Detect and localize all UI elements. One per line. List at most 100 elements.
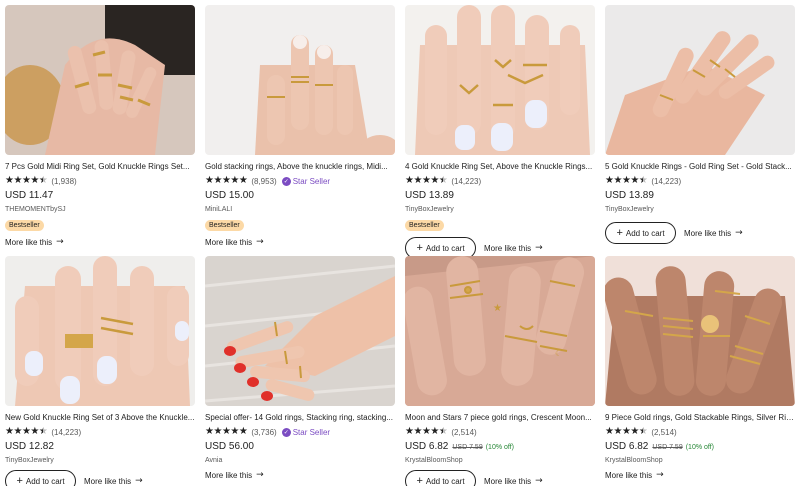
listing-image[interactable] [405,5,595,155]
card-actions: More like this → [205,237,395,247]
listing-image[interactable] [605,5,795,155]
rating: ★ ★ ★ ★ ★ (8,953) ✓ Star Seller [205,175,395,187]
shop-name: MiniLALI [205,206,233,213]
listing-card[interactable]: 5 Gold Knuckle Rings - Gold Ring Set - G… [605,5,795,244]
listing-image[interactable]: ★ ☾ [405,256,595,406]
plus-icon: + [16,475,23,486]
price-row: USD 13.89 [405,190,595,202]
star-seller-label: Star Seller [292,427,331,437]
star-half-icon: ★ [438,426,448,437]
listing-title[interactable]: 7 Pcs Gold Midi Ring Set, Gold Knuckle R… [5,161,195,173]
listing-image[interactable] [205,5,395,155]
more-like-this-link[interactable]: More like this → [205,237,264,247]
review-count: (14,223) [51,427,82,437]
original-price: USD 7.59 [652,444,683,451]
more-like-this-link[interactable]: More like this → [5,237,64,247]
star-icon: ★ [13,426,22,437]
more-like-this-link[interactable]: More like this → [484,476,543,486]
card-actions: + Add to cart More like this → [5,470,195,486]
star-rating: ★ ★ ★ ★ ★ [405,426,448,438]
star-icon: ★ [405,175,414,186]
rating: ★ ★ ★ ★ ★ (1,938) [5,175,195,187]
listing-title[interactable]: 9 Piece Gold rings, Gold Stackable Rings… [605,412,795,424]
listing-title[interactable]: 4 Gold Knuckle Ring Set, Above the Knuck… [405,161,595,173]
plus-icon: + [616,227,623,239]
price: USD 6.82 [605,441,649,452]
star-icon: ★ [613,426,622,437]
star-icon: ★ [421,175,431,186]
shop-name: TinyBoxJewelry [405,206,454,213]
review-count: (2,514) [651,427,677,437]
add-to-cart-label: Add to cart [425,243,465,253]
shop-name: Avnia [205,457,223,464]
star-icon: ★ [5,175,14,186]
star-icon: ★ [230,175,239,186]
rating: ★ ★ ★ ★ ★ (14,223) [405,175,595,187]
more-like-this-link[interactable]: More like this → [684,228,743,238]
listing-card[interactable]: Special offer- 14 Gold rings, Stacking r… [205,256,395,480]
review-count: (14,223) [651,176,682,186]
bestseller-badge: Bestseller [5,220,44,231]
listing-title[interactable]: Special offer- 14 Gold rings, Stacking r… [205,412,395,424]
star-icon: ★ [205,426,214,437]
rating: ★ ★ ★ ★ ★ (14,223) [5,426,195,438]
star-rating: ★ ★ ★ ★ ★ [5,175,48,187]
listing-card[interactable]: 4 Gold Knuckle Ring Set, Above the Knuck… [405,5,595,259]
star-seller-badge: ✓ Star Seller [281,427,331,437]
listing-card[interactable]: New Gold Knuckle Ring Set of 3 Above the… [5,256,195,486]
arrow-right-icon: → [256,237,264,247]
more-like-this-link[interactable]: More like this → [484,243,543,253]
price: USD 12.82 [5,441,54,452]
shop-name: THEMOMENTbySJ [5,206,66,213]
star-icon: ★ [238,426,248,437]
rating: ★ ★ ★ ★ ★ (14,223) [605,175,795,187]
arrow-right-icon: → [256,470,264,480]
review-count: (3,736) [251,427,277,437]
star-icon: ★ [430,426,439,437]
review-count: (8,953) [251,176,277,186]
bestseller-badge: Bestseller [405,220,444,231]
add-to-cart-button[interactable]: + Add to cart [5,470,76,486]
arrow-right-icon: → [535,476,543,486]
star-icon: ★ [205,175,214,186]
star-icon: ★ [630,426,639,437]
more-like-this-label: More like this [5,237,53,247]
add-to-cart-label: Add to cart [25,476,65,486]
star-rating: ★ ★ ★ ★ ★ [405,175,448,187]
card-actions: + Add to cart More like this → [405,470,595,486]
star-icon: ★ [30,175,39,186]
more-like-this-link[interactable]: More like this → [84,476,143,486]
listing-card[interactable]: 7 Pcs Gold Midi Ring Set, Gold Knuckle R… [5,5,195,247]
rating: ★ ★ ★ ★ ★ (2,514) [405,426,595,438]
svg-text:☾: ☾ [555,349,562,358]
arrow-right-icon: → [135,476,143,486]
listing-card[interactable]: 9 Piece Gold rings, Gold Stackable Rings… [605,256,795,480]
listing-title[interactable]: Moon and Stars 7 piece gold rings, Cresc… [405,412,595,424]
star-icon: ★ [13,175,22,186]
star-icon: ★ [430,175,439,186]
listing-image[interactable] [5,256,195,406]
shop-name: TinyBoxJewelry [5,457,54,464]
add-to-cart-button[interactable]: + Add to cart [405,470,476,486]
star-icon: ★ [230,426,239,437]
star-icon: ★ [613,175,622,186]
star-half-icon: ★ [438,175,448,186]
listing-card[interactable]: Gold stacking rings, Above the knuckle r… [205,5,395,247]
more-like-this-link[interactable]: More like this → [605,470,664,480]
star-half-icon: ★ [38,426,48,437]
review-count: (2,514) [451,427,477,437]
listing-image[interactable] [205,256,395,406]
more-like-this-label: More like this [484,243,532,253]
star-icon: ★ [621,426,631,437]
listing-image[interactable] [605,256,795,406]
star-icon: ★ [238,175,248,186]
listing-title[interactable]: 5 Gold Knuckle Rings - Gold Ring Set - G… [605,161,795,173]
price: USD 13.89 [605,190,654,201]
more-like-this-link[interactable]: More like this → [205,470,264,480]
listing-title[interactable]: Gold stacking rings, Above the knuckle r… [205,161,395,173]
original-price: USD 7.59 [452,444,483,451]
listing-title[interactable]: New Gold Knuckle Ring Set of 3 Above the… [5,412,195,424]
listing-image[interactable] [5,5,195,155]
add-to-cart-button[interactable]: + Add to cart [605,222,676,244]
listing-card[interactable]: ★ ☾ Moon and Stars 7 piece gold rings, C… [405,256,595,486]
